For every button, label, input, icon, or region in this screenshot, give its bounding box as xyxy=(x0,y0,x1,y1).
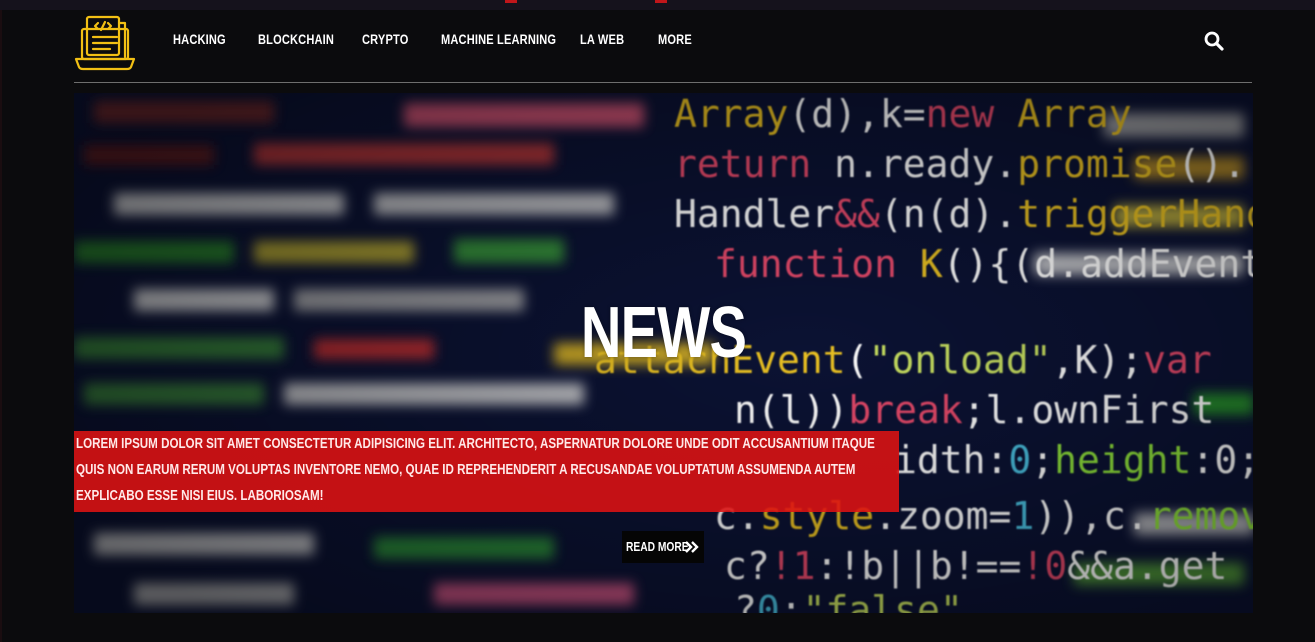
nav-item-blockchain[interactable]: BLOCKCHAIN xyxy=(258,32,334,47)
hero-title: NEWS xyxy=(580,293,747,374)
double-chevron-right-icon xyxy=(685,541,699,553)
nav-item-hacking[interactable]: HACKING xyxy=(173,32,226,47)
top-strip-mark xyxy=(505,0,517,3)
nav-item-more[interactable]: MORE xyxy=(658,32,692,47)
search-icon[interactable] xyxy=(1203,30,1225,52)
top-strip-mark xyxy=(655,0,667,3)
nav-item-la-web[interactable]: LA WEB xyxy=(580,32,624,47)
read-more-button[interactable]: READ MORE xyxy=(622,531,704,563)
hero-description: LOREM IPSUM DOLOR SIT AMET CONSECTETUR A… xyxy=(74,431,899,512)
hero-description-text: LOREM IPSUM DOLOR SIT AMET CONSECTETUR A… xyxy=(76,436,875,504)
nav-item-crypto[interactable]: CRYPTO xyxy=(362,32,409,47)
hero-banner: Array(d),k=new Array return n.ready.prom… xyxy=(74,93,1253,613)
read-more-label: READ MORE xyxy=(626,540,689,554)
top-strip xyxy=(0,0,1315,10)
main-navbar: HACKING BLOCKCHAIN CRYPTO MACHINE LEARNI… xyxy=(74,10,1252,83)
laptop-code-icon[interactable] xyxy=(74,13,136,73)
nav-item-machine-learning[interactable]: MACHINE LEARNING xyxy=(441,32,556,47)
left-edge xyxy=(0,10,2,642)
